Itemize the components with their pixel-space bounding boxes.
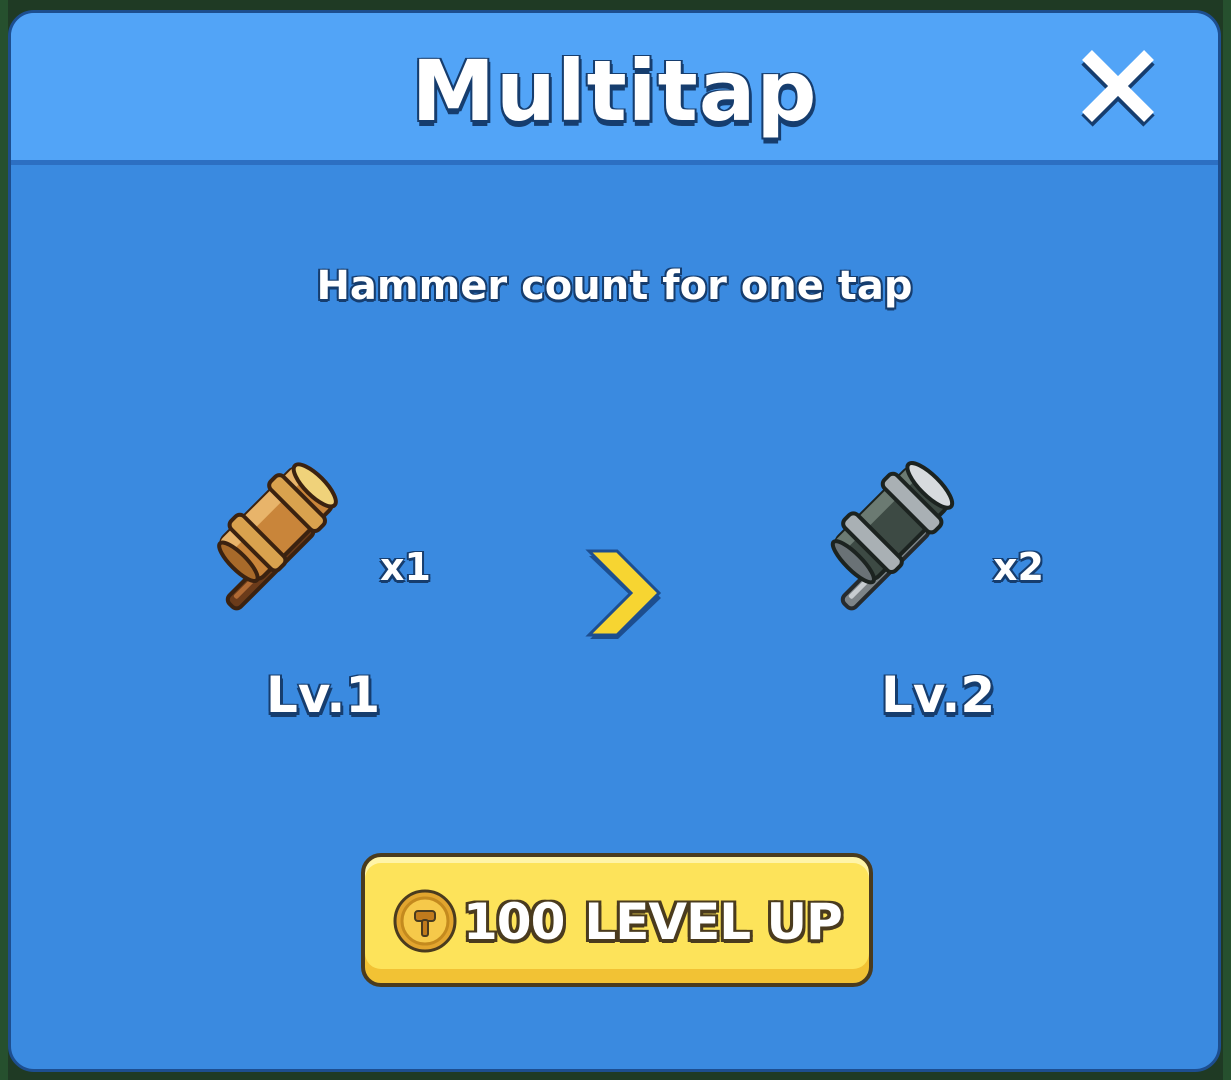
multitap-modal: Multitap Hammer count for one tap x1 Lv.… — [8, 10, 1221, 1072]
modal-subtitle: Hammer count for one tap — [316, 263, 913, 309]
next-level-label: Lv.2 — [881, 666, 996, 724]
next-multiplier: x2 — [993, 545, 1044, 589]
level-up-label: LEVEL UP — [584, 893, 842, 951]
hammer-coin-icon — [393, 889, 457, 953]
chevron-right-icon — [585, 549, 662, 639]
close-button[interactable] — [1075, 45, 1163, 133]
next-level-panel: x2 Lv.2 — [801, 433, 1061, 753]
modal-title: Multitap — [411, 42, 818, 140]
current-multiplier: x1 — [380, 545, 431, 589]
close-icon — [1081, 50, 1155, 127]
bronze-hammer-icon — [217, 462, 338, 611]
modal-header: Multitap — [11, 13, 1218, 165]
steel-hammer-icon — [830, 461, 955, 611]
level-up-button[interactable]: 100 LEVEL UP — [361, 853, 873, 987]
level-up-cost: 100 — [463, 893, 565, 951]
level-up-button-text: 100 LEVEL UP — [463, 891, 843, 953]
current-level-label: Lv.1 — [266, 666, 381, 724]
current-level-panel: x1 Lv.1 — [186, 433, 446, 753]
